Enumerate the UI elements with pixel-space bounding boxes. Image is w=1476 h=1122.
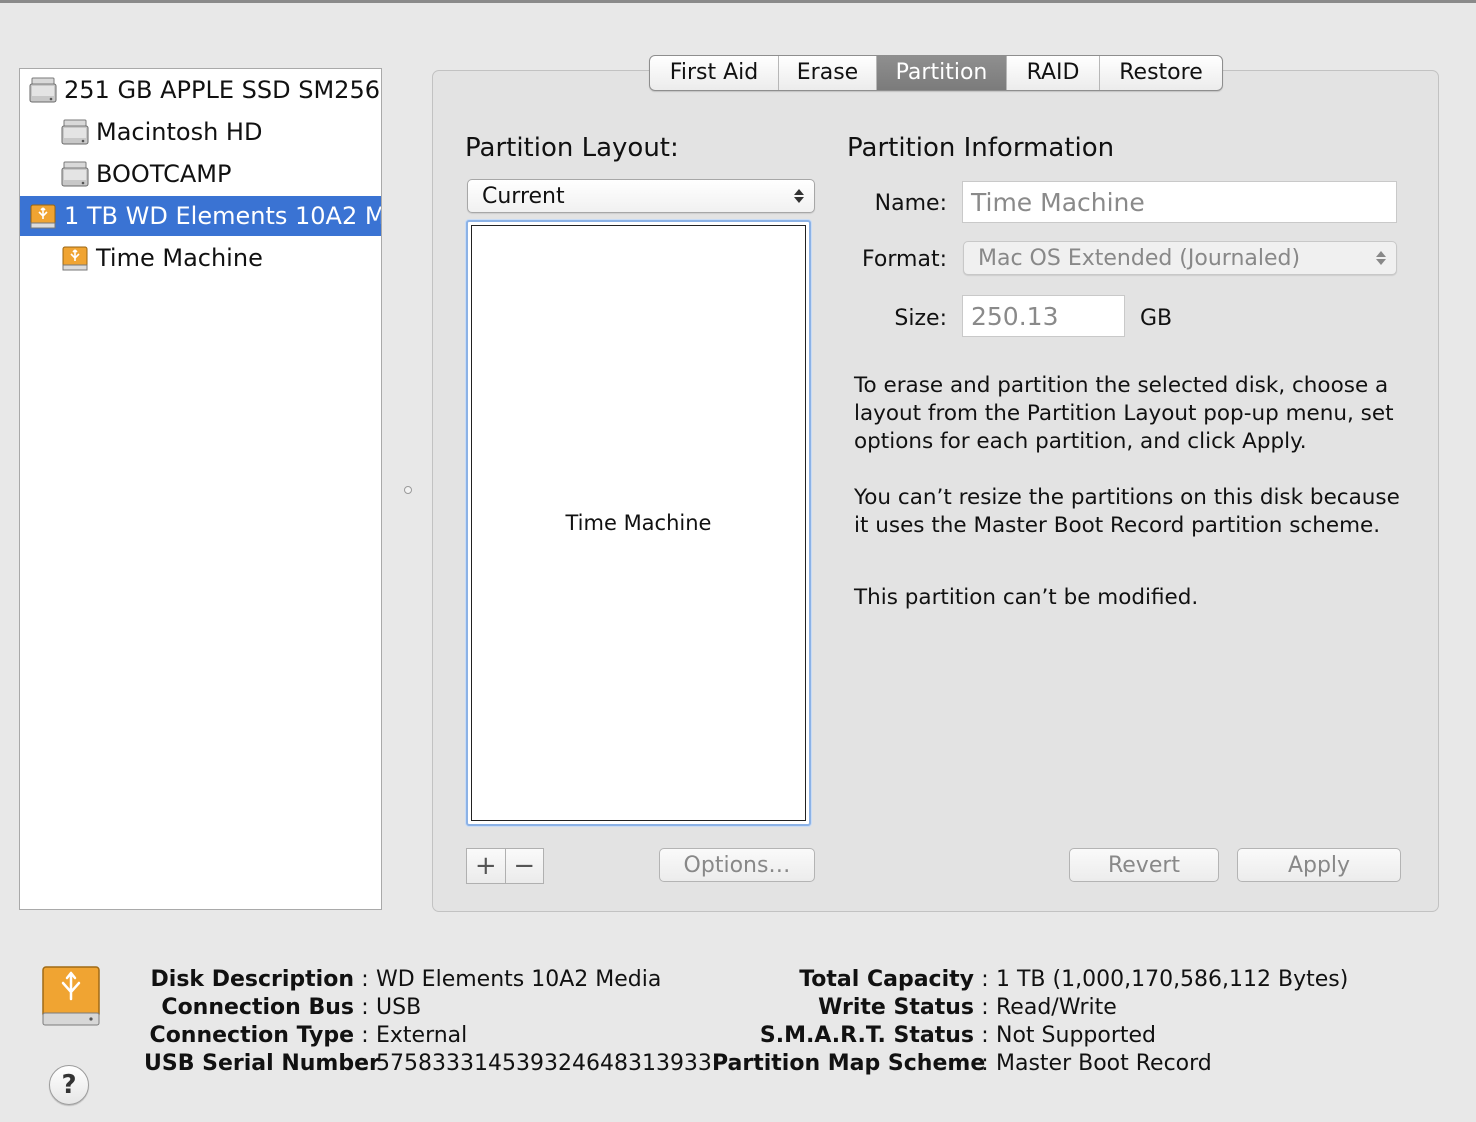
info-value: 575833314539324648313933 — [376, 1051, 712, 1076]
disk-list-sidebar[interactable]: 251 GB APPLE SSD SM256E. Macintosh HD BO… — [19, 68, 382, 910]
info-key: Connection Bus — [161, 995, 354, 1020]
smart-status-row: S.M.A.R.T. Status: Not Supported — [712, 1022, 1156, 1050]
info-key: S.M.A.R.T. Status — [759, 1023, 974, 1048]
info-key: Total Capacity — [799, 967, 974, 992]
popup-arrows-icon — [794, 189, 804, 203]
sidebar-item-label: 251 GB APPLE SSD SM256E. — [64, 76, 382, 104]
info-value: Read/Write — [996, 995, 1117, 1020]
partition-block-label: Time Machine — [565, 511, 712, 535]
tab-raid[interactable]: RAID — [1007, 56, 1100, 90]
sidebar-item-label: Macintosh HD — [96, 118, 263, 146]
selected-disk-usb-icon — [41, 965, 101, 1033]
partition-layout-diagram[interactable]: Time Machine — [466, 220, 811, 826]
write-status-row: Write Status: Read/Write — [712, 994, 1117, 1022]
sidebar-item-macintosh-hd[interactable]: Macintosh HD — [20, 112, 381, 152]
partition-block[interactable]: Time Machine — [471, 225, 806, 821]
help-button[interactable]: ? — [49, 1065, 89, 1105]
sidebar-item-label: 1 TB WD Elements 10A2 Media — [64, 202, 381, 230]
partition-information-heading: Partition Information — [847, 133, 1115, 163]
info-key: Write Status — [818, 995, 974, 1020]
disk-description-row: Disk Description: WD Elements 10A2 Media — [144, 966, 662, 994]
add-partition-button[interactable]: + — [467, 849, 506, 883]
partition-instructions-text: To erase and partition the selected disk… — [854, 373, 1394, 454]
partition-map-scheme-row: Partition Map Scheme: Master Boot Record — [712, 1051, 1212, 1076]
internal-volume-icon — [60, 159, 90, 189]
sidebar-item-time-machine[interactable]: Time Machine — [20, 238, 381, 278]
name-label: Name: — [874, 191, 947, 216]
size-label: Size: — [894, 306, 947, 331]
connection-type-row: Connection Type: External — [144, 1022, 468, 1050]
size-unit-label: GB — [1140, 306, 1173, 331]
sidebar-item-bootcamp[interactable]: BOOTCAMP — [20, 154, 381, 194]
popup-arrows-icon — [1376, 251, 1386, 265]
usb-disk-icon — [28, 201, 58, 231]
partition-locked-text: This partition can’t be modified. — [854, 585, 1199, 610]
internal-disk-icon — [28, 75, 58, 105]
info-value: Master Boot Record — [996, 1051, 1212, 1076]
info-value: USB — [376, 995, 422, 1020]
options-button[interactable]: Options… — [659, 848, 815, 882]
tab-first-aid[interactable]: First Aid — [650, 56, 779, 90]
sidebar-item-label: Time Machine — [96, 244, 263, 272]
sidebar-item-label: BOOTCAMP — [96, 160, 232, 188]
info-value: External — [376, 1023, 468, 1048]
format-label: Format: — [862, 247, 947, 272]
usb-volume-icon — [60, 243, 90, 273]
resize-warning-text: You can’t resize the partitions on this … — [854, 485, 1400, 538]
info-key: Partition Map Scheme — [712, 1051, 986, 1076]
info-value: WD Elements 10A2 Media — [376, 967, 662, 992]
partition-layout-value: Current — [482, 183, 565, 209]
info-value: 1 TB (1,000,170,586,112 Bytes) — [996, 967, 1349, 992]
tab-bar: First Aid Erase Partition RAID Restore — [649, 55, 1223, 91]
tab-partition[interactable]: Partition — [877, 56, 1007, 90]
add-remove-partition-buttons: + − — [466, 848, 544, 884]
internal-volume-icon — [60, 117, 90, 147]
remove-partition-button[interactable]: − — [506, 849, 544, 883]
total-capacity-row: Total Capacity:1 TB (1,000,170,586,112 B… — [712, 966, 1348, 994]
format-value: Mac OS Extended (Journaled) — [978, 245, 1301, 271]
partition-layout-popup[interactable]: Current — [467, 179, 815, 213]
revert-button[interactable]: Revert — [1069, 848, 1219, 882]
info-key: Connection Type — [149, 1023, 354, 1048]
size-field[interactable]: 250.13 — [962, 295, 1125, 337]
window-top-border — [0, 0, 1476, 3]
split-view-resize-handle[interactable] — [404, 486, 412, 494]
connection-bus-row: Connection Bus: USB — [144, 994, 421, 1022]
sidebar-item-apple-ssd[interactable]: 251 GB APPLE SSD SM256E. — [20, 70, 382, 110]
usb-serial-number-row: USB Serial Number: 5758333145393246483139… — [144, 1051, 712, 1076]
partition-layout-heading: Partition Layout: — [465, 133, 679, 163]
format-popup[interactable]: Mac OS Extended (Journaled) — [963, 241, 1397, 275]
info-value: Not Supported — [996, 1023, 1157, 1048]
info-key: Disk Description — [150, 967, 354, 992]
name-field[interactable]: Time Machine — [962, 181, 1397, 223]
apply-button[interactable]: Apply — [1237, 848, 1401, 882]
info-key: USB Serial Number — [144, 1051, 380, 1076]
tab-erase[interactable]: Erase — [779, 56, 877, 90]
sidebar-item-wd-elements[interactable]: 1 TB WD Elements 10A2 Media — [20, 196, 381, 236]
tab-restore[interactable]: Restore — [1100, 56, 1222, 90]
